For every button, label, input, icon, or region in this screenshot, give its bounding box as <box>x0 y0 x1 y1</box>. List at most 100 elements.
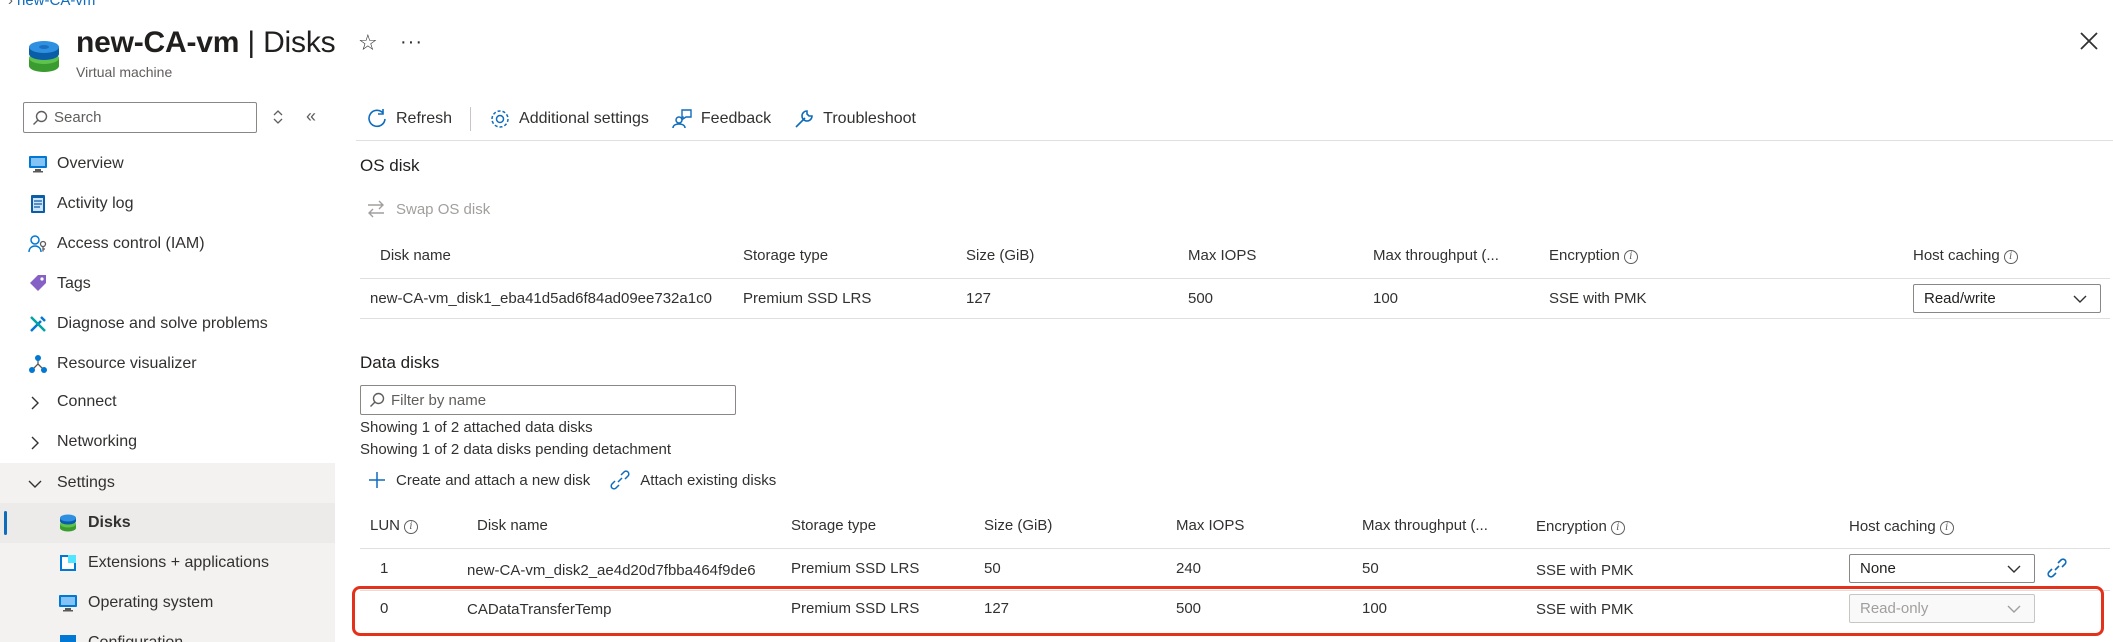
sidebar-item-networking[interactable]: Networking <box>0 422 335 462</box>
sidebar-item-connect[interactable]: Connect <box>0 382 335 422</box>
sidebar-item-label: Disks <box>88 514 131 531</box>
os-disk-name-link[interactable]: new-CA-vm_disk1_eba41d5ad6f84ad09ee732a1… <box>370 290 725 307</box>
wrench-icon <box>795 110 813 128</box>
dd-col-size[interactable]: Size (GiB) <box>984 517 1052 534</box>
os-col-max-iops[interactable]: Max IOPS <box>1188 247 1256 264</box>
sidebar-item-operating-system[interactable]: Operating system <box>0 583 335 623</box>
sidebar-item-resource-visualizer[interactable]: Resource visualizer <box>0 344 335 384</box>
create-attach-disk-label: Create and attach a new disk <box>396 471 591 489</box>
sidebar-item-label: Tags <box>57 275 91 292</box>
sidebar-item-label: Access control (IAM) <box>57 235 205 252</box>
os-col-size[interactable]: Size (GiB) <box>966 247 1034 264</box>
pending-detachment-text: Showing 1 of 2 data disks pending detach… <box>360 441 672 458</box>
os-col-max-throughput[interactable]: Max throughput (... <box>1373 247 1499 264</box>
diagnose-icon <box>30 316 46 332</box>
dd-row1-disk-name-link[interactable]: new-CA-vm_disk2_ae4d20d7fbba464f9de6 <box>467 562 772 579</box>
sidebar-item-overview[interactable]: Overview <box>0 144 335 184</box>
additional-settings-button[interactable]: Additional settings <box>489 108 649 130</box>
refresh-icon <box>368 109 386 128</box>
sidebar-item-label: Extensions + applications <box>88 554 269 571</box>
dd-col-lun[interactable]: LUN i <box>370 517 419 534</box>
os-disk-max-throughput: 100 <box>1373 290 1399 307</box>
dd-col-encryption[interactable]: Encryption i <box>1536 518 1625 535</box>
swap-os-disk-button[interactable]: Swap OS disk <box>366 200 490 218</box>
sort-updown-icon[interactable] <box>272 108 284 126</box>
close-icon[interactable] <box>2078 30 2100 52</box>
sidebar-item-diagnose[interactable]: Diagnose and solve problems <box>0 304 335 344</box>
refresh-button[interactable]: Refresh <box>366 108 452 130</box>
disk-icon <box>60 514 76 532</box>
breadcrumb-link[interactable]: new-CA-vm <box>17 0 95 9</box>
search-placeholder: Search <box>54 109 102 126</box>
sidebar-item-tags[interactable]: Tags <box>0 264 335 304</box>
page-title: new-CA-vm | Disks <box>76 26 336 60</box>
sidebar-item-extensions[interactable]: Extensions + applications <box>0 543 335 583</box>
swap-icon <box>368 200 384 218</box>
attach-existing-disks-label: Attach existing disks <box>640 471 777 489</box>
sidebar-item-configuration[interactable]: Configuration <box>0 623 335 642</box>
sidebar-item-label: Resource visualizer <box>57 355 197 372</box>
tag-icon <box>30 275 46 291</box>
filter-placeholder: Filter by name <box>391 391 487 409</box>
dd-col-host-caching-label: Host caching <box>1849 518 1936 535</box>
dd-col-storage-type[interactable]: Storage type <box>791 517 876 534</box>
plus-icon <box>369 472 385 488</box>
sidebar-item-settings[interactable]: Settings <box>0 463 335 503</box>
dd-col-max-throughput[interactable]: Max throughput (... <box>1362 517 1488 534</box>
filter-by-name-input[interactable]: Filter by name <box>360 385 736 415</box>
additional-settings-label: Additional settings <box>519 110 649 127</box>
dd-row1-max-iops: 240 <box>1176 560 1202 577</box>
os-disk-heading: OS disk <box>360 156 420 175</box>
configuration-icon <box>60 635 76 642</box>
detach-link-icon[interactable] <box>2046 557 2068 579</box>
attach-existing-disks-button[interactable]: Attach existing disks <box>610 470 776 490</box>
os-col-encryption-label: Encryption <box>1549 247 1620 264</box>
os-disk-encryption: SSE with PMK <box>1549 290 1647 307</box>
os-host-caching-dropdown[interactable]: Read/write <box>1913 284 2101 313</box>
more-options-button[interactable]: ··· <box>400 31 423 54</box>
command-bar: Refresh Additional settings Feedback Tro… <box>366 104 938 134</box>
title-resource-name: new-CA-vm <box>76 26 240 59</box>
sidebar-item-activity-log[interactable]: Activity log <box>0 184 335 224</box>
chevron-down-icon <box>2007 565 2021 573</box>
title-page-name: Disks <box>263 26 336 59</box>
sidebar-item-label: Settings <box>57 474 115 491</box>
dd-row1-size: 50 <box>984 560 1001 577</box>
sidebar-item-disks[interactable]: Disks <box>0 503 335 543</box>
os-header-divider <box>360 278 2110 279</box>
refresh-label: Refresh <box>396 110 453 127</box>
info-icon[interactable]: i <box>1939 521 1954 535</box>
sidebar-item-access-control[interactable]: Access control (IAM) <box>0 224 335 264</box>
collapse-sidebar-icon[interactable]: « <box>306 106 316 127</box>
iam-icon <box>28 235 47 253</box>
search-icon <box>33 110 48 125</box>
sidebar-item-label: Overview <box>57 155 124 172</box>
breadcrumb[interactable]: › new-CA-vm <box>8 0 95 9</box>
dd-row1-host-caching-value: None <box>1860 560 1896 577</box>
feedback-button[interactable]: Feedback <box>671 108 771 130</box>
info-icon[interactable]: i <box>1610 521 1625 535</box>
dd-col-host-caching[interactable]: Host caching i <box>1849 518 1954 535</box>
sidebar-search-input[interactable]: Search <box>23 102 257 133</box>
dd-row1-host-caching-dropdown[interactable]: None <box>1849 554 2035 583</box>
troubleshoot-button[interactable]: Troubleshoot <box>793 108 916 130</box>
dd-col-max-iops[interactable]: Max IOPS <box>1176 517 1244 534</box>
os-col-storage-type[interactable]: Storage type <box>743 247 828 264</box>
search-icon <box>370 392 385 407</box>
sidebar-item-label: Diagnose and solve problems <box>57 315 268 332</box>
info-icon[interactable]: i <box>404 520 419 534</box>
create-attach-disk-button[interactable]: Create and attach a new disk <box>368 471 590 489</box>
dd-col-disk-name[interactable]: Disk name <box>477 517 548 534</box>
dd-row1-encryption: SSE with PMK <box>1536 562 1634 579</box>
os-col-disk-name[interactable]: Disk name <box>380 247 451 264</box>
gear-icon <box>491 110 509 128</box>
os-row-divider <box>360 318 2110 319</box>
os-col-host-caching[interactable]: Host caching i <box>1913 247 2018 264</box>
favorite-star-icon[interactable]: ☆ <box>358 30 378 56</box>
info-icon[interactable]: i <box>1623 250 1638 264</box>
info-icon[interactable]: i <box>2003 250 2018 264</box>
os-host-caching-value: Read/write <box>1924 290 1996 307</box>
os-col-encryption[interactable]: Encryption i <box>1549 247 1638 264</box>
overview-icon <box>29 156 47 173</box>
dd-row1-storage-type: Premium SSD LRS <box>791 560 920 577</box>
